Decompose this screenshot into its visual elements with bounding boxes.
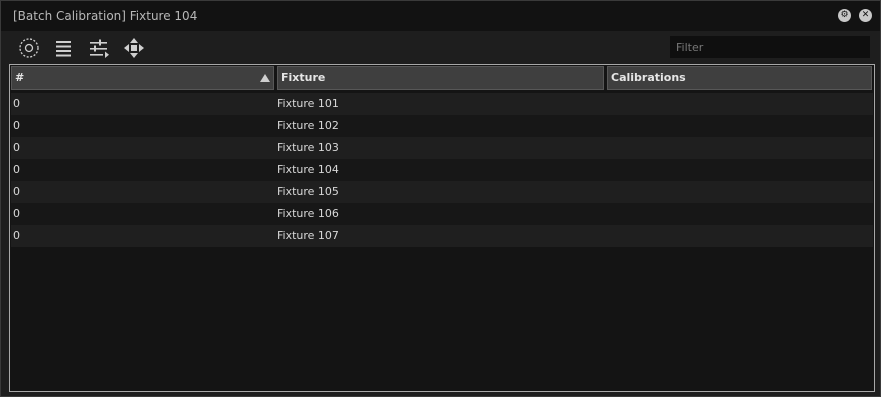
- table-row[interactable]: 0 Fixture 106: [11, 203, 873, 225]
- close-icon[interactable]: ✕: [859, 9, 872, 22]
- cell-fixture: Fixture 104: [277, 163, 339, 176]
- cell-fixture: Fixture 103: [277, 141, 339, 154]
- column-header-number-label: #: [15, 71, 25, 84]
- cell-fixture: Fixture 105: [277, 185, 339, 198]
- table-row[interactable]: 0 Fixture 103: [11, 137, 873, 159]
- table-body: 0 Fixture 101 0 Fixture 102 0 Fixture 10…: [11, 93, 873, 247]
- table-row[interactable]: 0 Fixture 101: [11, 93, 873, 115]
- fixture-table: # Fixture Calibrations 0 Fixture 101 0 F…: [9, 64, 875, 392]
- cell-number: 0: [13, 207, 20, 220]
- filter-input[interactable]: [670, 36, 870, 58]
- title-bar[interactable]: [Batch Calibration] Fixture 104 ⚙ ✕: [1, 1, 880, 31]
- cell-fixture: Fixture 101: [277, 97, 339, 110]
- cell-number: 0: [13, 229, 20, 242]
- column-header-fixture[interactable]: Fixture: [277, 66, 604, 90]
- column-header-fixture-label: Fixture: [281, 71, 326, 84]
- column-header-calibrations[interactable]: Calibrations: [607, 66, 872, 90]
- table-row[interactable]: 0 Fixture 104: [11, 159, 873, 181]
- table-row[interactable]: 0 Fixture 105: [11, 181, 873, 203]
- cell-fixture: Fixture 107: [277, 229, 339, 242]
- cell-fixture: Fixture 102: [277, 119, 339, 132]
- table-row[interactable]: 0 Fixture 102: [11, 115, 873, 137]
- move-icon[interactable]: [122, 36, 146, 60]
- cell-number: 0: [13, 119, 20, 132]
- list-icon[interactable]: [52, 36, 76, 60]
- column-header-calibrations-label: Calibrations: [611, 71, 686, 84]
- target-icon[interactable]: [17, 36, 41, 60]
- table-row[interactable]: 0 Fixture 107: [11, 225, 873, 247]
- column-header-number[interactable]: #: [11, 66, 274, 90]
- settings-icon[interactable]: ⚙: [838, 9, 851, 22]
- cell-number: 0: [13, 185, 20, 198]
- cell-number: 0: [13, 141, 20, 154]
- sort-ascending-icon[interactable]: [260, 74, 270, 82]
- batch-calibration-window: [Batch Calibration] Fixture 104 ⚙ ✕ Filt…: [0, 0, 881, 397]
- sliders-icon[interactable]: [87, 36, 111, 60]
- cell-number: 0: [13, 97, 20, 110]
- cell-fixture: Fixture 106: [277, 207, 339, 220]
- window-title: [Batch Calibration] Fixture 104: [13, 9, 198, 23]
- cell-number: 0: [13, 163, 20, 176]
